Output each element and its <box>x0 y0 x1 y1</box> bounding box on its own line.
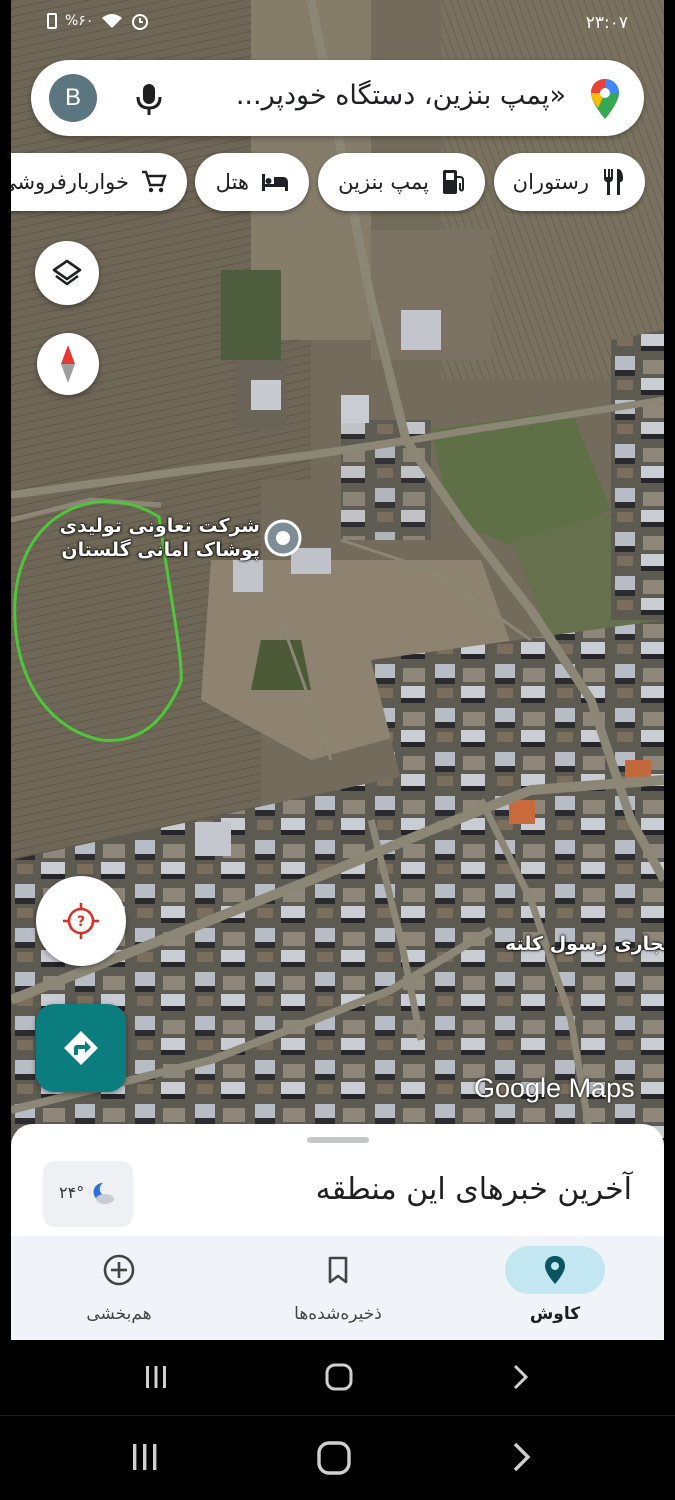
chip-grocery[interactable]: خواربارفروشی <box>11 153 187 211</box>
shopping-cart-icon <box>142 170 167 193</box>
restaurant-icon <box>604 169 623 195</box>
status-bar: %۶۰ ۲۳:۰۷ <box>11 8 664 38</box>
google-maps-watermark: Google Maps <box>474 1073 635 1103</box>
bookmark-icon <box>328 1256 348 1284</box>
system-nav-bar-upper <box>0 1340 675 1416</box>
clock: ۲۳:۰۷ <box>585 13 628 33</box>
recent-apps-icon[interactable] <box>130 1442 160 1472</box>
status-icons: %۶۰ <box>47 12 149 30</box>
place-label[interactable]: شرکت تعاونی تولیدی پوشاک امانی گلستان <box>59 514 260 562</box>
sheet-drag-handle[interactable] <box>307 1137 369 1143</box>
back-icon[interactable] <box>510 1364 530 1390</box>
tab-explore[interactable]: کاوش <box>455 1236 655 1340</box>
street-place-label[interactable]: نجاری رسول کلته <box>505 932 664 956</box>
tab-saved[interactable]: ذخیره‌شده‌ها <box>238 1236 438 1340</box>
tab-label: ذخیره‌شده‌ها <box>294 1304 382 1324</box>
directions-button[interactable] <box>36 1004 126 1092</box>
search-input[interactable]: «پمپ بنزین، دستگاه خودپر... <box>181 80 566 111</box>
temperature: ۲۴° <box>59 1183 85 1202</box>
system-nav-bar-lower <box>0 1416 675 1500</box>
battery-icon <box>47 13 57 29</box>
category-chips: رستوران پمپ بنزین هتل خواربارفروشی <box>11 153 664 213</box>
sheet-title: آخرین خبرهای این منطقه <box>315 1172 632 1207</box>
chip-label: پمپ بنزین <box>338 170 429 194</box>
gas-station-icon <box>443 170 464 194</box>
layers-icon <box>52 259 82 286</box>
hotel-icon <box>262 174 288 191</box>
recent-apps-icon[interactable] <box>143 1364 169 1390</box>
battery-percent: %۶۰ <box>65 13 94 29</box>
directions-icon <box>64 1031 98 1065</box>
account-avatar[interactable]: B <box>49 74 97 122</box>
bottom-sheet[interactable]: آخرین خبرهای این منطقه ۲۴° <box>11 1124 664 1236</box>
svg-text:?: ? <box>77 914 85 930</box>
google-maps-logo-icon <box>591 79 619 119</box>
compass-icon <box>61 345 75 383</box>
location-pin-icon <box>545 1256 565 1284</box>
tab-label: کاوش <box>529 1304 581 1324</box>
tab-contribute[interactable]: هم‌بخشی <box>19 1236 219 1340</box>
chip-hotel[interactable]: هتل <box>195 153 309 211</box>
phone-screen: شرکت تعاونی تولیدی پوشاک امانی گلستان نج… <box>11 0 664 1340</box>
tab-label: هم‌بخشی <box>86 1304 152 1324</box>
home-icon[interactable] <box>316 1440 352 1476</box>
compass-button[interactable] <box>37 333 99 395</box>
my-location-button[interactable]: ? <box>36 876 126 966</box>
layers-button[interactable] <box>35 241 99 305</box>
chip-label: خواربارفروشی <box>11 170 129 194</box>
alarm-icon <box>132 14 149 30</box>
tab-indicator <box>505 1246 605 1294</box>
tab-indicator <box>69 1246 169 1294</box>
place-label-line1: شرکت تعاونی تولیدی <box>59 515 260 537</box>
chip-gas-station[interactable]: پمپ بنزین <box>318 153 485 211</box>
back-icon[interactable] <box>510 1442 532 1472</box>
tab-indicator <box>288 1246 388 1294</box>
search-bar[interactable]: B «پمپ بنزین، دستگاه خودپر... <box>31 60 644 136</box>
chip-label: رستوران <box>512 170 589 194</box>
wifi-icon <box>102 14 123 28</box>
partly-cloudy-night-icon <box>93 1182 114 1204</box>
chip-label: هتل <box>215 170 249 194</box>
location-unknown-icon: ? <box>63 903 99 939</box>
place-label-line2: پوشاک امانی گلستان <box>61 539 260 561</box>
weather-chip[interactable]: ۲۴° <box>43 1161 133 1227</box>
place-marker-icon[interactable] <box>264 519 302 557</box>
bottom-tab-bar: کاوش ذخیره‌شده‌ها هم‌بخشی <box>11 1236 664 1340</box>
home-icon[interactable] <box>324 1362 354 1392</box>
microphone-icon[interactable] <box>135 82 163 116</box>
chip-restaurant[interactable]: رستوران <box>494 153 645 211</box>
add-circle-icon <box>103 1254 135 1286</box>
